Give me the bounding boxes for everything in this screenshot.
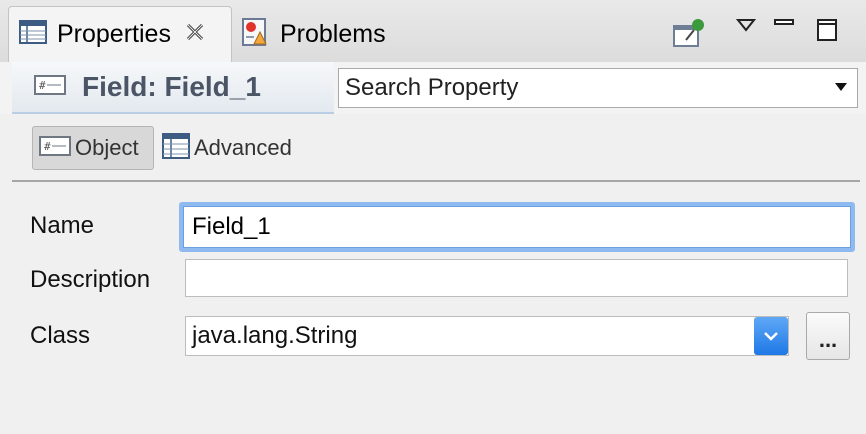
class-select-value: java.lang.String [192, 322, 358, 349]
class-select[interactable]: java.lang.String [185, 316, 789, 356]
search-property-value: Search Property [345, 74, 519, 101]
name-label: Name [30, 212, 95, 239]
browse-class-button[interactable]: ... [806, 312, 850, 360]
description-label: Description [30, 266, 151, 293]
chevron-down-icon[interactable] [754, 317, 788, 355]
tab-advanced[interactable]: Advanced [162, 126, 292, 170]
tab-problems[interactable]: Problems [240, 6, 386, 62]
view-tab-bar: Properties Problems [0, 0, 866, 63]
close-icon[interactable] [185, 22, 205, 48]
problems-icon [240, 17, 270, 52]
description-field[interactable] [185, 259, 848, 297]
field-title-box: # Field: Field_1 [12, 62, 334, 114]
tab-object[interactable]: # Object [32, 126, 154, 170]
table-icon [162, 132, 190, 164]
tab-object-label: Object [75, 135, 139, 160]
page-title: Field: Field_1 [82, 71, 261, 102]
chevron-down-icon [835, 80, 847, 97]
tab-properties[interactable]: Properties [8, 6, 232, 62]
minimize-icon[interactable] [774, 18, 794, 37]
properties-header: # Field: Field_1 Search Property [0, 62, 866, 114]
object-properties-form: Name Field_1 Description Class java.lang… [0, 182, 866, 434]
class-label: Class [30, 322, 91, 349]
name-field[interactable]: Field_1 [179, 202, 855, 252]
field-icon: # [39, 135, 71, 161]
tab-problems-label: Problems [280, 19, 386, 48]
view-menu-icon[interactable] [735, 18, 757, 37]
tab-advanced-label: Advanced [194, 135, 292, 160]
svg-text:#: # [44, 140, 51, 153]
field-icon: # [34, 74, 66, 100]
property-subtabs: # Object Advanced [0, 114, 866, 180]
svg-text:#: # [39, 79, 46, 92]
pin-icon[interactable] [672, 18, 706, 53]
tab-properties-label: Properties [57, 20, 171, 48]
properties-icon [19, 20, 47, 49]
maximize-icon[interactable] [816, 18, 838, 47]
search-property-select[interactable]: Search Property [338, 68, 858, 108]
